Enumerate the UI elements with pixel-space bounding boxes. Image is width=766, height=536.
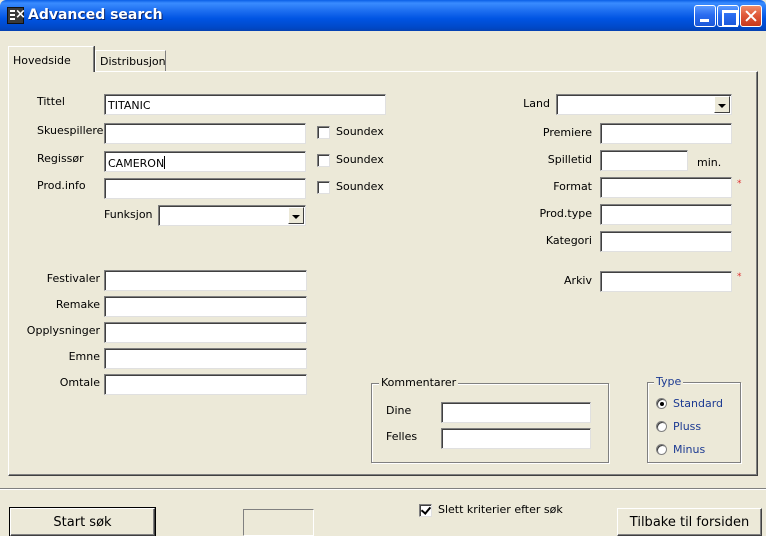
kategori-label: Kategori <box>545 234 592 247</box>
tittel-input[interactable]: TITANIC <box>104 94 386 115</box>
remake-input[interactable] <box>104 296 307 317</box>
regissor-input[interactable]: CAMERON <box>104 151 306 172</box>
chevron-down-icon[interactable] <box>714 96 730 113</box>
title-bar[interactable]: Advanced search <box>0 0 766 31</box>
land-select[interactable] <box>556 94 732 115</box>
felles-label: Felles <box>386 430 418 443</box>
prodtype-input[interactable] <box>600 204 732 225</box>
status-box <box>243 509 314 536</box>
app-icon[interactable] <box>7 7 26 24</box>
festivaler-label: Festivaler <box>46 272 100 285</box>
skuespillere-soundex-checkbox[interactable] <box>317 126 330 139</box>
standard-radio[interactable] <box>656 398 667 409</box>
funksjon-select[interactable] <box>158 205 306 226</box>
skuespillere-input[interactable] <box>104 123 306 144</box>
maximize-button[interactable] <box>717 5 739 27</box>
arkiv-label: Arkiv <box>564 274 592 287</box>
window-title: Advanced search <box>28 7 163 23</box>
kommentarer-title: Kommentarer <box>379 376 459 389</box>
regissor-soundex-label: Soundex <box>336 153 384 166</box>
omtale-input[interactable] <box>104 374 307 395</box>
prodinfo-soundex-checkbox[interactable] <box>317 181 330 194</box>
pluss-radio[interactable] <box>656 421 667 432</box>
festivaler-input[interactable] <box>104 270 307 291</box>
emne-input[interactable] <box>104 348 307 369</box>
kommentarer-group: Kommentarer <box>371 376 609 463</box>
divider <box>0 488 766 490</box>
standard-label: Standard <box>673 397 724 410</box>
minimize-button[interactable] <box>694 5 716 27</box>
spilletid-label: Spilletid <box>547 153 592 166</box>
tab-distribusjon[interactable]: Distribusjon <box>95 50 166 71</box>
opplysninger-label: Opplysninger <box>26 324 100 337</box>
regissor-label: Regissør <box>37 152 84 165</box>
prodinfo-label: Prod.info <box>37 179 86 192</box>
format-required-marker: * <box>737 179 742 189</box>
close-button[interactable] <box>740 5 762 27</box>
land-label: Land <box>523 97 550 110</box>
chevron-down-icon[interactable] <box>288 207 304 224</box>
emne-label: Emne <box>68 350 100 363</box>
dine-input[interactable] <box>441 402 591 423</box>
spilletid-input[interactable] <box>600 150 688 171</box>
minus-label: Minus <box>673 443 706 456</box>
skuespillere-label: Skuespillere <box>37 124 104 137</box>
prodtype-label: Prod.type <box>539 207 592 220</box>
back-to-home-button[interactable]: Tilbake til forsiden <box>617 508 762 536</box>
start-search-button[interactable]: Start søk <box>9 507 156 536</box>
funksjon-label: Funksjon <box>104 208 153 221</box>
omtale-label: Omtale <box>59 376 100 389</box>
kategori-input[interactable] <box>600 231 732 252</box>
regissor-value: CAMERON <box>108 157 165 170</box>
spilletid-unit: min. <box>697 156 722 169</box>
format-label: Format <box>553 180 592 193</box>
clear-criteria-checkbox[interactable] <box>419 504 432 517</box>
text-caret <box>164 156 166 169</box>
remake-label: Remake <box>55 298 100 311</box>
arkiv-required-marker: * <box>737 272 742 282</box>
skuespillere-soundex-label: Soundex <box>336 125 384 138</box>
pluss-label: Pluss <box>673 420 702 433</box>
prodinfo-input[interactable] <box>104 178 306 199</box>
premiere-input[interactable] <box>600 123 732 144</box>
felles-input[interactable] <box>441 428 591 449</box>
tittel-label: Tittel <box>37 95 65 108</box>
opplysninger-input[interactable] <box>104 322 307 343</box>
clear-criteria-label: Slett kriterier efter søk <box>438 503 563 516</box>
arkiv-input[interactable] <box>600 271 732 292</box>
regissor-soundex-checkbox[interactable] <box>317 154 330 167</box>
premiere-label: Premiere <box>542 126 592 139</box>
type-title: Type <box>654 375 684 388</box>
minus-radio[interactable] <box>656 444 667 455</box>
prodinfo-soundex-label: Soundex <box>336 180 384 193</box>
dine-label: Dine <box>386 404 412 417</box>
tab-hovedside[interactable]: Hovedside <box>8 46 94 72</box>
format-input[interactable] <box>600 177 732 198</box>
